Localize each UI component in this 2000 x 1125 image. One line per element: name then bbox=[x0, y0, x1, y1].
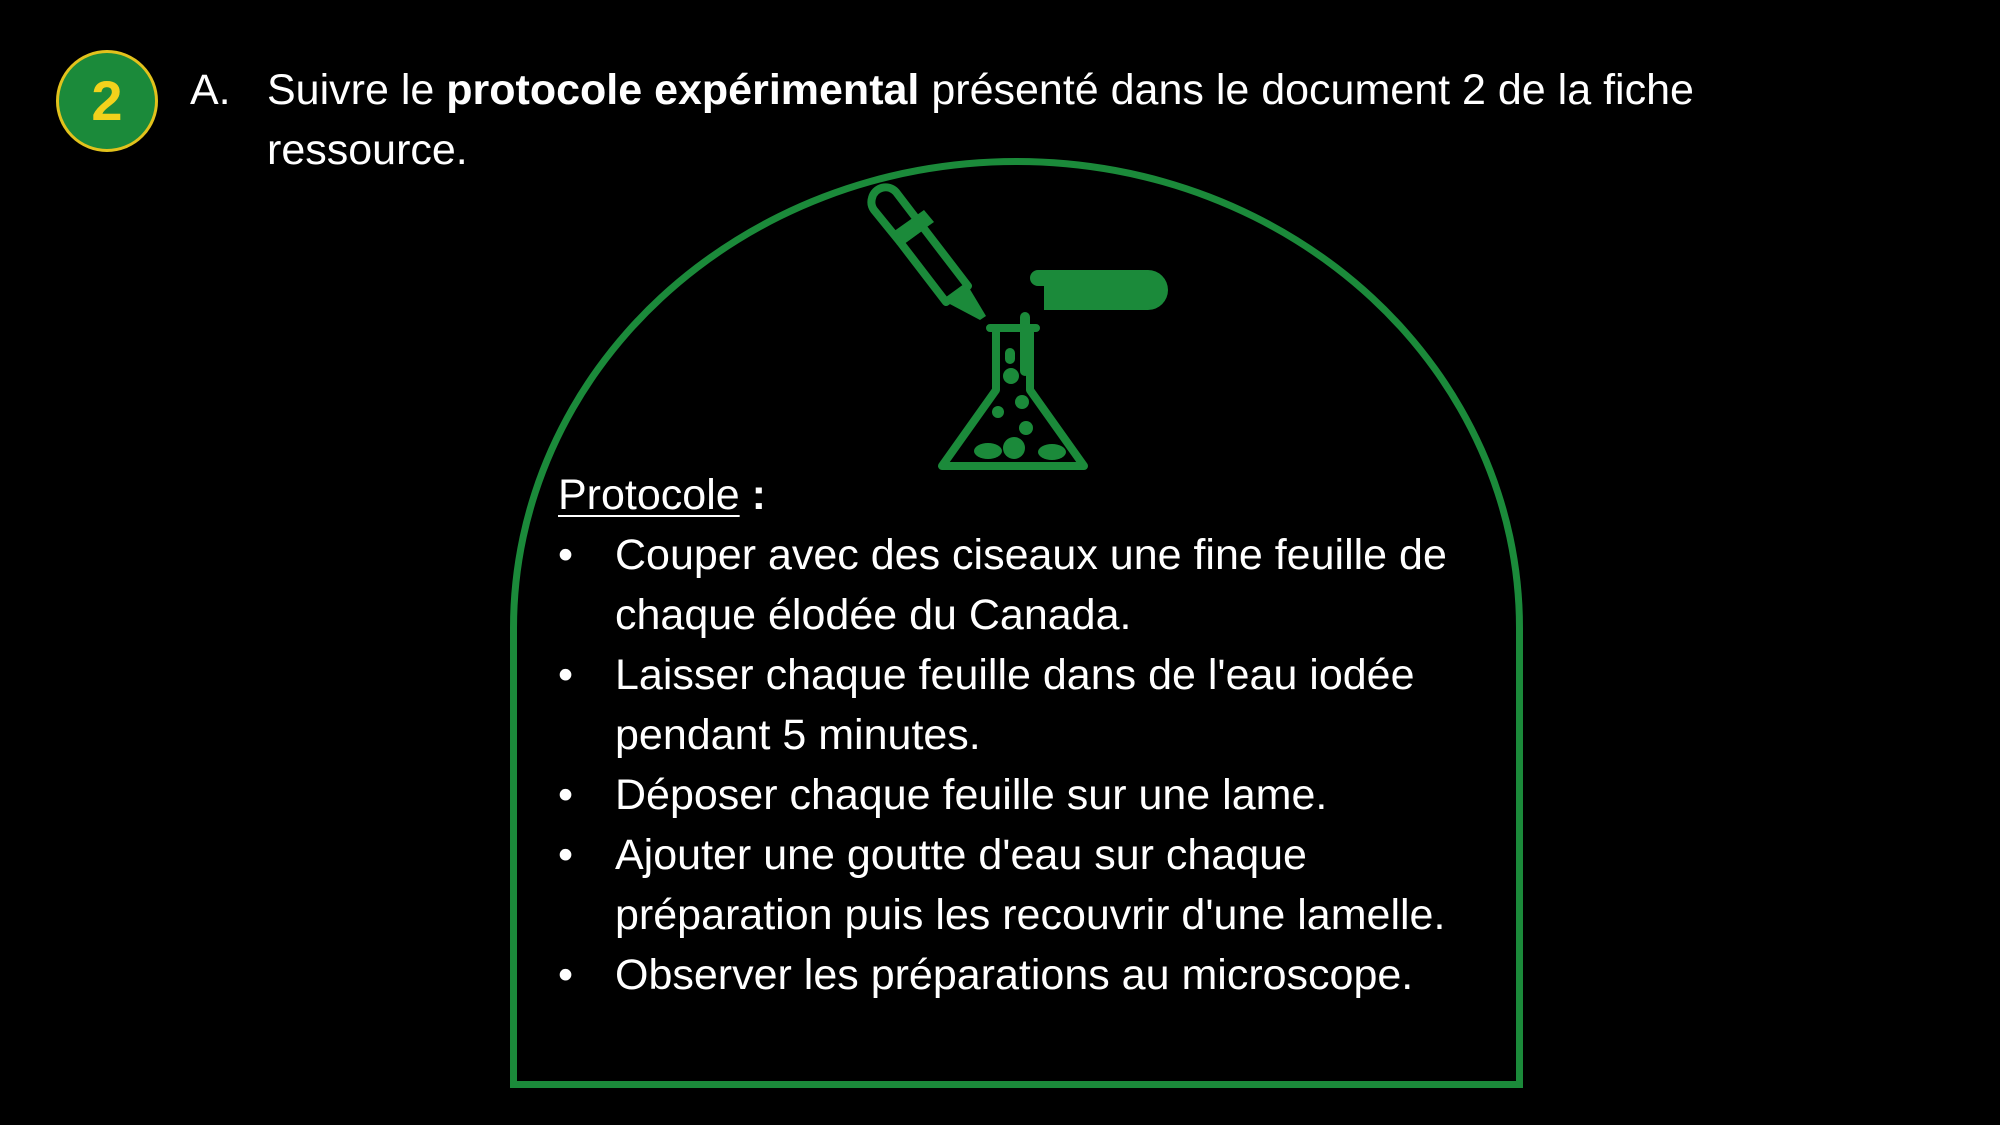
bullet: • bbox=[558, 771, 574, 819]
protocol-steps-list: • Couper avec des ciseaux une fine feuill… bbox=[558, 525, 1498, 1005]
protocol-title: Protocole : bbox=[558, 465, 1498, 525]
protocol-step-text: Ajouter une goutte d'eau sur chaque prép… bbox=[615, 831, 1446, 939]
protocol-title-label: Protocole bbox=[558, 471, 740, 519]
protocol-step: • Observer les préparations au microscope… bbox=[558, 945, 1498, 1005]
protocol-step-text: Laisser chaque feuille dans de l'eau iod… bbox=[615, 651, 1415, 759]
protocol-step-text: Observer les préparations au microscope. bbox=[615, 951, 1414, 999]
bullet: • bbox=[558, 651, 574, 699]
lab-experiment-icon bbox=[867, 183, 1168, 470]
protocol-step-text: Déposer chaque feuille sur une lame. bbox=[615, 771, 1328, 819]
protocol-step: • Ajouter une goutte d'eau sur chaque pré… bbox=[558, 825, 1498, 945]
instruction-text-bold: protocole expérimental bbox=[446, 66, 920, 114]
protocol-step: • Déposer chaque feuille sur une lame. bbox=[558, 765, 1498, 825]
step-number: 2 bbox=[91, 69, 123, 132]
protocol-block: Protocole : • Couper avec des ciseaux une… bbox=[558, 465, 1498, 1005]
bullet: • bbox=[558, 531, 574, 579]
bullet: • bbox=[558, 831, 574, 879]
step-number-badge: 2 bbox=[56, 50, 158, 152]
protocol-step: • Laisser chaque feuille dans de l'eau io… bbox=[558, 645, 1498, 765]
instruction-marker: A. bbox=[190, 66, 231, 114]
bullet: • bbox=[558, 951, 574, 999]
protocol-step-text: Couper avec des ciseaux une fine feuille… bbox=[615, 531, 1447, 639]
protocol-step: • Couper avec des ciseaux une fine feuill… bbox=[558, 525, 1498, 645]
instruction-text-before: Suivre le bbox=[267, 66, 447, 114]
protocol-title-colon: : bbox=[739, 471, 766, 519]
